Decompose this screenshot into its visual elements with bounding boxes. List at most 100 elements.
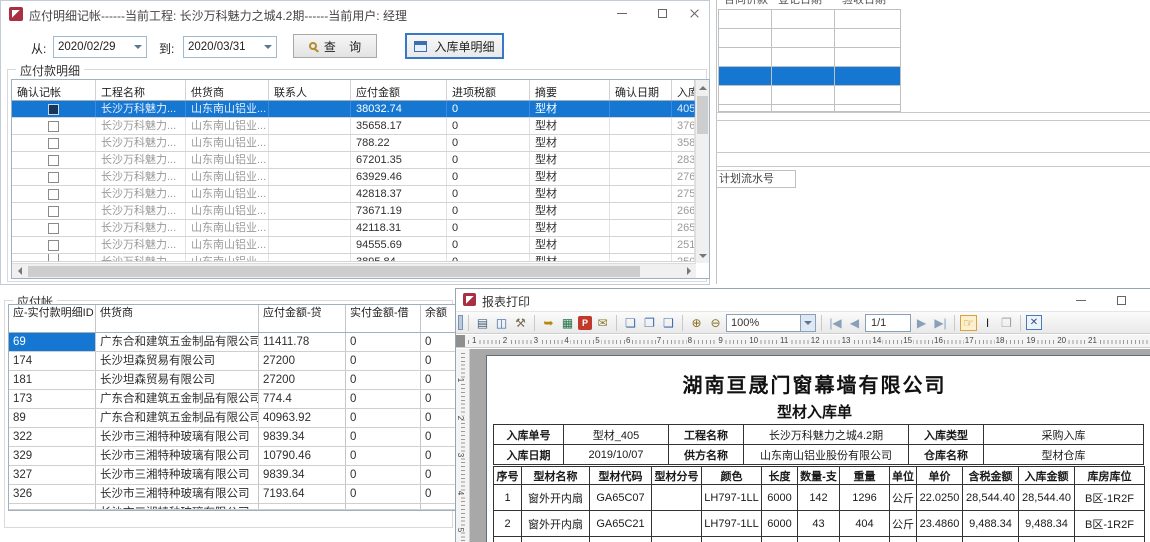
- export-icon[interactable]: ➥: [540, 315, 557, 331]
- page-layout-single-icon[interactable]: ❏: [622, 315, 639, 331]
- to-date-select[interactable]: 2020/03/31: [183, 36, 277, 58]
- from-date-select[interactable]: 2020/02/29: [53, 36, 147, 58]
- vertical-scrollbar[interactable]: [695, 80, 709, 263]
- column-header[interactable]: 供货商: [186, 80, 269, 100]
- grid-cell[interactable]: 326: [9, 485, 96, 503]
- horizontal-scrollbar[interactable]: [12, 263, 696, 278]
- checkbox-cell[interactable]: [12, 118, 96, 134]
- checkbox-cell[interactable]: [12, 203, 96, 219]
- close-button[interactable]: [677, 1, 711, 25]
- chevron-down-icon[interactable]: [130, 38, 145, 56]
- confirm-checkbox[interactable]: [48, 189, 59, 200]
- column-header[interactable]: 工程名称: [96, 80, 186, 100]
- column-header[interactable]: 确认日期: [610, 80, 672, 100]
- payable-account-row[interactable]: 181长沙坦森贸易有限公司2720000: [9, 371, 455, 390]
- confirm-checkbox[interactable]: [48, 121, 59, 132]
- checkbox-cell[interactable]: [12, 152, 96, 168]
- first-page-icon[interactable]: |◀: [827, 315, 844, 331]
- column-header[interactable]: 应付金额-贷: [259, 305, 346, 332]
- payable-detail-row[interactable]: 长沙万科魅力...山东南山铝业...42118.310型材265: [12, 220, 709, 237]
- payable-account-row[interactable]: 长沙市三湘特种玻璃有限公司: [9, 504, 455, 510]
- column-header[interactable]: 应-实付款明细ID: [9, 305, 96, 332]
- payable-detail-row[interactable]: 长沙万科魅力...山东南山铝业...38032.740型材405: [12, 101, 709, 118]
- page-number-input[interactable]: 1/1: [865, 314, 911, 332]
- print-icon[interactable]: ▤: [474, 315, 491, 331]
- confirm-checkbox[interactable]: [48, 223, 59, 234]
- scroll-left-button[interactable]: [12, 264, 27, 278]
- excel-export-icon[interactable]: ▦: [559, 315, 576, 331]
- preview-area[interactable]: 12345 湖南亘晟门窗幕墙有限公司 型材入库单 入库单号型材_405工程名称长…: [456, 349, 1150, 542]
- checkbox-cell[interactable]: [12, 169, 96, 185]
- next-page-icon[interactable]: ▶: [913, 315, 930, 331]
- payable-detail-row[interactable]: 长沙万科魅力...山东南山铝业...35658.170型材376: [12, 118, 709, 135]
- grid-cell[interactable]: 329: [9, 447, 96, 465]
- scroll-down-button[interactable]: [696, 248, 709, 263]
- vertical-scroll-thumb[interactable]: [697, 96, 708, 134]
- column-header[interactable]: 登记日期: [772, 0, 836, 7]
- confirm-checkbox[interactable]: [48, 172, 59, 183]
- column-header[interactable]: 供货商: [96, 305, 259, 332]
- checkbox-cell[interactable]: [12, 135, 96, 151]
- grid-cell[interactable]: 69: [9, 333, 96, 351]
- close-preview-icon[interactable]: ✕: [1026, 315, 1042, 330]
- mail-export-icon[interactable]: ✉: [594, 315, 611, 331]
- scroll-up-button[interactable]: [696, 80, 709, 95]
- payable-account-row[interactable]: 322长沙市三湘特种玻璃有限公司9839.3400: [9, 428, 455, 447]
- copy-page-icon[interactable]: ❒: [998, 315, 1015, 331]
- payable-detail-row[interactable]: 长沙万科魅力...山东南山铝业...42818.370型材275: [12, 186, 709, 203]
- chevron-down-icon[interactable]: [800, 315, 815, 331]
- grid-cell[interactable]: 173: [9, 390, 96, 408]
- payable-account-row[interactable]: 69广东合和建筑五金制品有限公司11411.7800: [9, 333, 455, 352]
- checkbox-cell[interactable]: [12, 237, 96, 253]
- maximize-button[interactable]: [1104, 288, 1138, 312]
- text-select-icon[interactable]: I: [979, 315, 996, 331]
- last-page-icon[interactable]: ▶|: [932, 315, 949, 331]
- checkbox-cell[interactable]: [12, 186, 96, 202]
- grid-cell[interactable]: [9, 504, 96, 509]
- inbound-detail-button[interactable]: 入库单明细: [405, 33, 504, 59]
- report-title-bar[interactable]: 报表打印: [456, 289, 1150, 311]
- payable-detail-row[interactable]: 长沙万科魅力...山东南山铝业...67201.350型材283: [12, 152, 709, 169]
- zoom-in-icon[interactable]: ⊕: [688, 315, 705, 331]
- checkbox-cell[interactable]: [12, 101, 96, 117]
- page-layout-continuous-icon[interactable]: ❐: [641, 315, 658, 331]
- column-header[interactable]: 应付金额: [351, 80, 447, 100]
- zoom-select[interactable]: 100%: [726, 314, 816, 332]
- grid-cell[interactable]: 181: [9, 371, 96, 389]
- payable-account-row[interactable]: 326长沙市三湘特种玻璃有限公司7193.6400: [9, 485, 455, 504]
- confirm-checkbox[interactable]: [48, 104, 59, 115]
- prev-page-icon[interactable]: ◀: [846, 315, 863, 331]
- minimize-button[interactable]: [1064, 288, 1098, 312]
- column-header[interactable]: 入库: [672, 80, 695, 100]
- payable-account-row[interactable]: 173广东合和建筑五金制品有限公司774.400: [9, 390, 455, 409]
- horizontal-scroll-thumb[interactable]: [28, 266, 640, 277]
- query-button[interactable]: 查 询: [293, 34, 377, 58]
- column-header[interactable]: 验收日期: [836, 0, 901, 7]
- grid-cell[interactable]: 174: [9, 352, 96, 370]
- title-bar[interactable]: 应付明细记帐------当前工程: 长沙万科魅力之城4.2期------当前用户…: [1, 1, 709, 27]
- close-button[interactable]: [1138, 288, 1150, 312]
- column-header[interactable]: 联系人: [269, 80, 351, 100]
- column-header[interactable]: 合同价款: [718, 0, 772, 7]
- scroll-right-button[interactable]: [681, 264, 696, 278]
- payable-account-row[interactable]: 174长沙坦森贸易有限公司2720000: [9, 352, 455, 371]
- grid-cell[interactable]: 327: [9, 466, 96, 484]
- payable-account-row[interactable]: 89广东合和建筑五金制品有限公司40963.9200: [9, 409, 455, 428]
- page-layout-multiple-icon[interactable]: ❑: [660, 315, 677, 331]
- book-preview-icon[interactable]: ◫: [493, 315, 510, 331]
- minimize-button[interactable]: [605, 1, 639, 25]
- grid-cell[interactable]: 89: [9, 409, 96, 427]
- payable-detail-row[interactable]: 长沙万科魅力...山东南山铝业...788.220型材358: [12, 135, 709, 152]
- confirm-checkbox[interactable]: [48, 240, 59, 251]
- maximize-button[interactable]: [645, 1, 679, 25]
- payable-account-row[interactable]: 329长沙市三湘特种玻璃有限公司10790.4600: [9, 447, 455, 466]
- hand-tool-icon[interactable]: ☞: [960, 315, 977, 331]
- settings-icon[interactable]: ⚒: [512, 315, 529, 331]
- confirm-checkbox[interactable]: [48, 155, 59, 166]
- checkbox-cell[interactable]: [12, 220, 96, 236]
- zoom-out-icon[interactable]: ⊖: [707, 315, 724, 331]
- column-header[interactable]: 余额: [421, 305, 455, 332]
- grid-cell[interactable]: 322: [9, 428, 96, 446]
- payable-account-row[interactable]: 327长沙市三湘特种玻璃有限公司9839.3400: [9, 466, 455, 485]
- payable-detail-row[interactable]: 长沙万科魅力...山东南山铝业...3895.840型材250: [12, 254, 709, 262]
